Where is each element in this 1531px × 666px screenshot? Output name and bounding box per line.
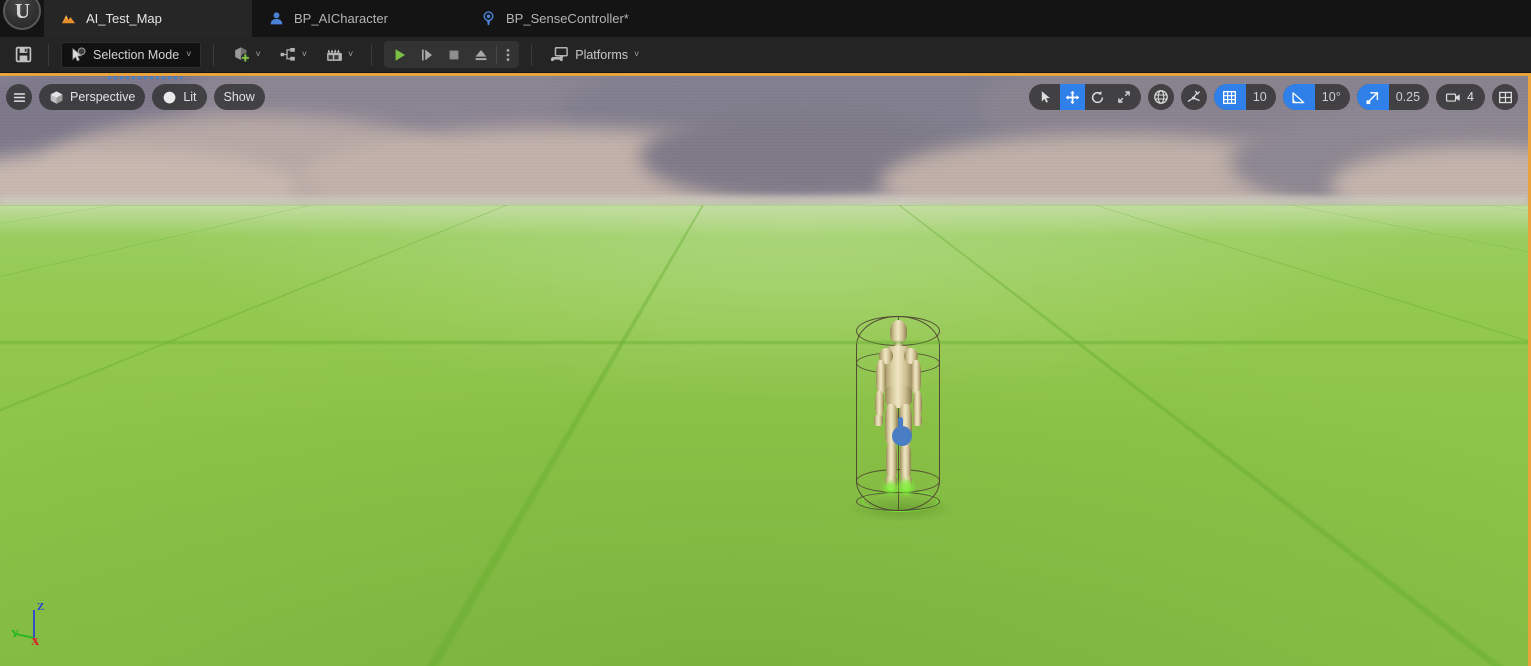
grid-snap-control[interactable]: 10 [1213,84,1276,110]
scale-icon [1118,91,1130,103]
viewport-menu-button[interactable] [6,84,32,110]
cube-icon [50,90,63,104]
eject-icon [475,49,487,60]
stop-button[interactable] [440,41,467,68]
move-arrows-icon [1065,90,1080,104]
selection-highlight-right-foot [899,480,913,495]
eject-button[interactable] [467,41,494,68]
scale-tool-button[interactable] [1110,84,1141,110]
viewport-layout-icon [1498,91,1512,103]
save-disk-icon [15,46,31,63]
select-tool-button[interactable] [1029,84,1060,110]
camera-speed-icon [1446,93,1460,102]
axis-label-y: Y [11,628,19,640]
scale-snap-icon[interactable] [1356,84,1389,110]
mannequin-mesh [870,320,926,500]
platforms-button[interactable]: Platforms ˅ [546,42,643,68]
camera-speed-value: 4 [1467,90,1474,104]
axis-label-x: X [31,636,39,648]
tab-label: BP_AICharacter [294,11,388,26]
viewport-drag-handle[interactable] [108,76,182,79]
unreal-engine-logo: U [3,0,41,30]
film-slate-icon [327,49,342,61]
lighting-mode-button[interactable]: Lit [152,84,207,110]
grid-snap-value[interactable]: 10 [1246,84,1276,110]
play-options-button[interactable] [499,41,517,68]
angle-snap-value[interactable]: 10° [1315,84,1350,110]
blueprint-actor-icon [480,10,497,27]
chevron-down-icon: ˅ [634,49,640,59]
tab-bp-aicharacter[interactable]: BP_AICharacter [252,0,464,37]
landscape-map-icon [60,10,77,27]
ground-distance-fade [0,205,1528,275]
chevron-down-icon: ˅ [301,49,307,59]
chevron-down-icon: ˅ [255,49,261,59]
scale-snap-value[interactable]: 0.25 [1389,84,1429,110]
translate-tool-button[interactable] [1059,84,1085,110]
select-cursor-icon [72,47,86,61]
lighting-mode-label: Lit [183,90,197,104]
tab-bp-sensecontroller[interactable]: BP_SenseController* [464,0,694,37]
axis-label-z: Z [37,601,45,613]
camera-speed-control[interactable]: 4 [1436,84,1485,110]
tab-bar: U AI_Test_Map BP_AICharacter BP_SenseCon… [0,0,1531,37]
skip-frame-button[interactable] [413,41,440,68]
kebab-menu-icon [506,48,510,61]
tab-label: AI_Test_Map [86,11,162,26]
unreal-editor-window: U AI_Test_Map BP_AICharacter BP_SenseCon… [0,0,1531,666]
play-button[interactable] [386,41,413,68]
surface-snap-button[interactable] [1180,84,1207,110]
component-location-marker[interactable] [892,417,912,446]
lit-sphere-icon [164,91,176,103]
platforms-device-icon [551,47,569,62]
blueprint-graph-icon [280,47,295,61]
step-frame-icon [421,49,432,60]
hamburger-menu-icon [13,92,25,102]
play-controls [384,41,520,68]
save-button[interactable] [10,42,36,68]
rotate-tool-button[interactable] [1085,84,1110,110]
main-toolbar: Selection Mode ˅ ˅ ˅ ˅ Platforms ˅ [0,37,1531,73]
selection-mode-label: Selection Mode [93,47,180,62]
platforms-label: Platforms [575,47,629,62]
viewport-layout-button[interactable] [1492,84,1518,110]
transform-tool-group [1028,84,1141,110]
chevron-down-icon: ˅ [347,49,354,59]
scale-snap-control[interactable]: 0.25 [1356,84,1430,110]
tab-label: BP_SenseController* [506,11,629,26]
blueprints-button[interactable]: ˅ [275,42,311,68]
play-separator [496,45,498,64]
selection-mode-dropdown[interactable]: Selection Mode ˅ [61,41,202,68]
rotate-icon [1091,90,1103,103]
viewport-right-controls: 10 10° 0.25 4 [1028,84,1518,110]
viewport-axis-gizmo: Z Y X [8,596,60,648]
stop-square-icon [449,50,459,59]
add-actor-button[interactable]: ˅ [228,42,264,68]
play-icon [395,48,405,61]
grid-snap-icon[interactable] [1213,84,1246,110]
show-flags-button[interactable]: Show [213,84,265,110]
viewport-left-controls: Perspective Lit Show [6,84,265,110]
landscape-ground [0,76,1528,666]
view-mode-label: Perspective [70,90,136,104]
show-flags-label: Show [223,90,255,104]
chevron-down-icon: ˅ [186,49,192,59]
cinematics-button[interactable]: ˅ [321,42,357,68]
blueprint-character-icon [268,10,285,27]
unreal-engine-logo-button[interactable]: U [0,0,44,37]
level-viewport[interactable]: Perspective Lit Show 10 10° 0.25 4 Z Y X [0,73,1531,666]
selection-highlight-left-foot [884,482,897,494]
cursor-arrow-icon [1041,91,1050,103]
angle-snap-control[interactable]: 10° [1282,84,1350,110]
add-actor-icon [235,47,251,63]
view-mode-button[interactable]: Perspective [39,84,146,110]
selected-actor-character[interactable] [856,314,940,519]
angle-snap-icon[interactable] [1282,84,1315,110]
tab-ai-test-map[interactable]: AI_Test_Map [44,0,252,37]
world-globe-icon [1153,90,1168,104]
surface-snap-icon [1187,90,1200,102]
coordinate-system-button[interactable] [1147,84,1174,110]
